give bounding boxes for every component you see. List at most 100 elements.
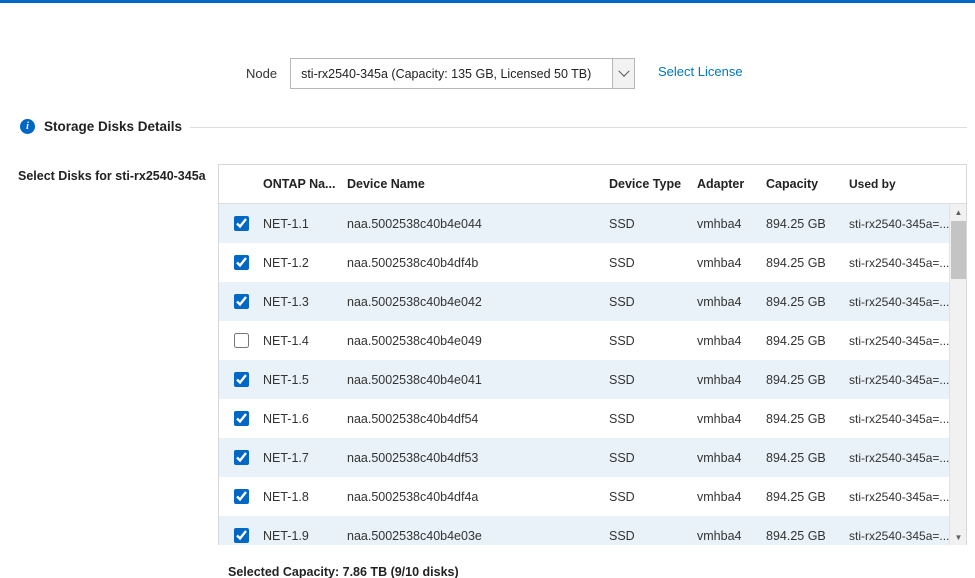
section-title: Storage Disks Details bbox=[44, 119, 182, 134]
storage-disks-page: Node sti-rx2540-345a (Capacity: 135 GB, … bbox=[0, 0, 975, 578]
used-by-cell: sti-rx2540-345a=... bbox=[849, 295, 949, 309]
ontap-name-cell: NET-1.1 bbox=[263, 217, 347, 231]
capacity-cell: 894.25 GB bbox=[766, 373, 849, 387]
scroll-down-button[interactable]: ▼ bbox=[950, 529, 966, 545]
disk-checkbox[interactable] bbox=[234, 294, 249, 309]
select-disks-label: Select Disks for sti-rx2540-345a bbox=[18, 169, 206, 183]
column-header-capacity: Capacity bbox=[766, 177, 849, 191]
ontap-name-cell: NET-1.9 bbox=[263, 529, 347, 543]
table-row: NET-1.6 naa.5002538c40b4df54 SSD vmhba4 … bbox=[219, 399, 949, 438]
disk-checkbox[interactable] bbox=[234, 372, 249, 387]
capacity-cell: 894.25 GB bbox=[766, 295, 849, 309]
device-type-cell: SSD bbox=[609, 256, 697, 270]
disk-checkbox[interactable] bbox=[234, 489, 249, 504]
ontap-name-cell: NET-1.8 bbox=[263, 490, 347, 504]
column-header-device-type: Device Type bbox=[609, 177, 697, 191]
ontap-name-cell: NET-1.2 bbox=[263, 256, 347, 270]
disk-checkbox[interactable] bbox=[234, 528, 249, 543]
used-by-cell: sti-rx2540-345a=... bbox=[849, 256, 949, 270]
table-row: NET-1.5 naa.5002538c40b4e041 SSD vmhba4 … bbox=[219, 360, 949, 399]
device-name-cell: naa.5002538c40b4df4a bbox=[347, 490, 609, 504]
device-name-cell: naa.5002538c40b4df53 bbox=[347, 451, 609, 465]
device-type-cell: SSD bbox=[609, 490, 697, 504]
table-row: NET-1.4 naa.5002538c40b4e049 SSD vmhba4 … bbox=[219, 321, 949, 360]
adapter-cell: vmhba4 bbox=[697, 451, 766, 465]
adapter-cell: vmhba4 bbox=[697, 412, 766, 426]
column-header-used-by: Used by bbox=[849, 177, 949, 191]
device-type-cell: SSD bbox=[609, 334, 697, 348]
disk-table-body: NET-1.1 naa.5002538c40b4e044 SSD vmhba4 … bbox=[219, 204, 966, 545]
device-type-cell: SSD bbox=[609, 451, 697, 465]
table-row: NET-1.8 naa.5002538c40b4df4a SSD vmhba4 … bbox=[219, 477, 949, 516]
table-row: NET-1.2 naa.5002538c40b4df4b SSD vmhba4 … bbox=[219, 243, 949, 282]
used-by-cell: sti-rx2540-345a=... bbox=[849, 451, 949, 465]
capacity-cell: 894.25 GB bbox=[766, 412, 849, 426]
used-by-cell: sti-rx2540-345a=... bbox=[849, 334, 949, 348]
chevron-down-icon bbox=[618, 65, 629, 76]
device-type-cell: SSD bbox=[609, 529, 697, 543]
node-select-button[interactable] bbox=[612, 59, 634, 88]
adapter-cell: vmhba4 bbox=[697, 256, 766, 270]
device-type-cell: SSD bbox=[609, 295, 697, 309]
table-row: NET-1.7 naa.5002538c40b4df53 SSD vmhba4 … bbox=[219, 438, 949, 477]
used-by-cell: sti-rx2540-345a=... bbox=[849, 529, 949, 543]
table-row: NET-1.3 naa.5002538c40b4e042 SSD vmhba4 … bbox=[219, 282, 949, 321]
adapter-cell: vmhba4 bbox=[697, 490, 766, 504]
top-accent-bar bbox=[0, 0, 975, 3]
column-header-device-name: Device Name bbox=[347, 177, 609, 191]
disk-checkbox[interactable] bbox=[234, 255, 249, 270]
used-by-cell: sti-rx2540-345a=... bbox=[849, 412, 949, 426]
info-icon: i bbox=[20, 119, 35, 134]
node-label: Node bbox=[246, 66, 277, 81]
disk-checkbox[interactable] bbox=[234, 333, 249, 348]
adapter-cell: vmhba4 bbox=[697, 295, 766, 309]
disk-table-rows: NET-1.1 naa.5002538c40b4e044 SSD vmhba4 … bbox=[219, 204, 949, 545]
device-type-cell: SSD bbox=[609, 373, 697, 387]
ontap-name-cell: NET-1.5 bbox=[263, 373, 347, 387]
table-row: NET-1.1 naa.5002538c40b4e044 SSD vmhba4 … bbox=[219, 204, 949, 243]
capacity-cell: 894.25 GB bbox=[766, 490, 849, 504]
device-name-cell: naa.5002538c40b4e049 bbox=[347, 334, 609, 348]
device-name-cell: naa.5002538c40b4e03e bbox=[347, 529, 609, 543]
capacity-cell: 894.25 GB bbox=[766, 529, 849, 543]
device-name-cell: naa.5002538c40b4e041 bbox=[347, 373, 609, 387]
capacity-cell: 894.25 GB bbox=[766, 217, 849, 231]
ontap-name-cell: NET-1.3 bbox=[263, 295, 347, 309]
node-selector-row: Node sti-rx2540-345a (Capacity: 135 GB, … bbox=[246, 58, 635, 89]
adapter-cell: vmhba4 bbox=[697, 529, 766, 543]
scrollbar-thumb[interactable] bbox=[951, 221, 966, 279]
node-select-value: sti-rx2540-345a (Capacity: 135 GB, Licen… bbox=[291, 59, 612, 88]
section-divider bbox=[190, 127, 967, 128]
ontap-name-cell: NET-1.7 bbox=[263, 451, 347, 465]
node-select[interactable]: sti-rx2540-345a (Capacity: 135 GB, Licen… bbox=[290, 58, 635, 89]
scroll-up-button[interactable]: ▲ bbox=[950, 204, 966, 220]
section-header: i Storage Disks Details bbox=[20, 119, 182, 134]
adapter-cell: vmhba4 bbox=[697, 334, 766, 348]
device-type-cell: SSD bbox=[609, 412, 697, 426]
capacity-cell: 894.25 GB bbox=[766, 451, 849, 465]
disk-checkbox[interactable] bbox=[234, 450, 249, 465]
selected-capacity-text: Selected Capacity: 7.86 TB (9/10 disks) bbox=[228, 565, 459, 578]
capacity-cell: 894.25 GB bbox=[766, 334, 849, 348]
column-header-adapter: Adapter bbox=[697, 177, 766, 191]
disk-checkbox[interactable] bbox=[234, 216, 249, 231]
disk-table-header: ONTAP Na... Device Name Device Type Adap… bbox=[219, 165, 966, 204]
ontap-name-cell: NET-1.6 bbox=[263, 412, 347, 426]
disk-checkbox[interactable] bbox=[234, 411, 249, 426]
used-by-cell: sti-rx2540-345a=... bbox=[849, 373, 949, 387]
capacity-cell: 894.25 GB bbox=[766, 256, 849, 270]
adapter-cell: vmhba4 bbox=[697, 217, 766, 231]
adapter-cell: vmhba4 bbox=[697, 373, 766, 387]
column-header-ontap-name: ONTAP Na... bbox=[263, 177, 347, 191]
used-by-cell: sti-rx2540-345a=... bbox=[849, 217, 949, 231]
disk-table: ONTAP Na... Device Name Device Type Adap… bbox=[218, 164, 967, 545]
device-name-cell: naa.5002538c40b4df4b bbox=[347, 256, 609, 270]
device-name-cell: naa.5002538c40b4e044 bbox=[347, 217, 609, 231]
select-license-link[interactable]: Select License bbox=[658, 64, 743, 79]
device-type-cell: SSD bbox=[609, 217, 697, 231]
table-row: NET-1.9 naa.5002538c40b4e03e SSD vmhba4 … bbox=[219, 516, 949, 545]
device-name-cell: naa.5002538c40b4df54 bbox=[347, 412, 609, 426]
used-by-cell: sti-rx2540-345a=... bbox=[849, 490, 949, 504]
table-scrollbar[interactable]: ▲ ▼ bbox=[949, 204, 966, 545]
device-name-cell: naa.5002538c40b4e042 bbox=[347, 295, 609, 309]
